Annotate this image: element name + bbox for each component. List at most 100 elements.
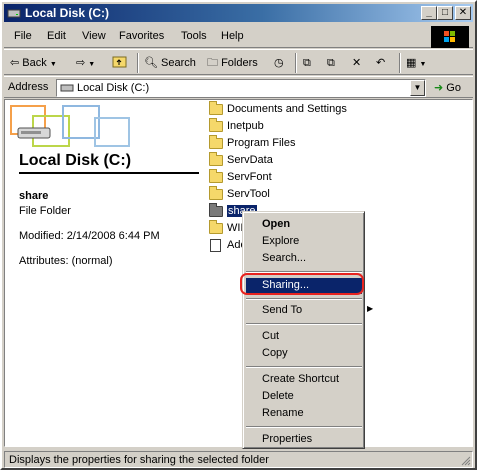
address-bar: Address Local Disk (C:) ▼ ➜ Go (4, 76, 473, 98)
delete-button[interactable]: ✕ (352, 54, 361, 72)
title-bar[interactable]: Local Disk (C:) _ □ ✕ (4, 4, 473, 22)
menu-item-cut[interactable]: Cut (262, 330, 279, 346)
menu-item-search[interactable]: Search... (262, 252, 306, 268)
annotation-highlight-ring (240, 273, 364, 295)
history-icon: ◷ (274, 57, 284, 69)
go-arrow-icon: ➜ (434, 82, 444, 94)
back-arrow-icon: ⇦ (10, 57, 20, 69)
go-button[interactable]: ➜ Go (434, 81, 461, 94)
folder-icon (209, 152, 223, 166)
folder-icon (209, 220, 223, 234)
send-to-label: Send To (262, 304, 303, 316)
menu-item-explore[interactable]: Explore (262, 235, 299, 251)
toolbar-separator (137, 53, 139, 73)
back-button[interactable]: ⇦ Back ▼ (10, 54, 57, 72)
menu-file[interactable]: File (14, 30, 32, 42)
pane-title: Local Disk (C:) (19, 152, 132, 169)
menu-tools[interactable]: Tools (181, 30, 207, 42)
status-bar: Displays the properties for sharing the … (4, 451, 473, 468)
selected-item-name: share (19, 190, 49, 202)
menu-item-delete[interactable]: Delete (262, 390, 294, 406)
undo-button[interactable]: ↶ (376, 54, 385, 72)
menu-item-copy[interactable]: Copy (262, 347, 288, 363)
forward-arrow-icon: ⇨ (76, 57, 86, 69)
window-title: Local Disk (C:) (25, 6, 110, 20)
maximize-icon: □ (441, 7, 449, 18)
menu-item-properties[interactable]: Properties (262, 433, 312, 449)
menu-separator (246, 366, 362, 368)
context-menu: Open Explore Search... Sharing... Send T… (242, 211, 373, 449)
minimize-icon: _ (426, 7, 432, 18)
menu-item-rename[interactable]: Rename (262, 407, 304, 423)
toolbar-separator (295, 53, 297, 73)
file-name: Inetpub (227, 120, 264, 132)
chevron-down-icon: ▼ (49, 61, 57, 68)
chevron-down-icon: ▼ (419, 61, 427, 68)
chevron-down-icon: ▼ (88, 61, 96, 68)
forward-button[interactable]: ⇨ ▼ (76, 54, 95, 72)
menu-item-create-shortcut[interactable]: Create Shortcut (262, 373, 339, 389)
folder-icon (209, 101, 223, 115)
folders-button[interactable]: 🗀 Folders (207, 54, 258, 72)
move-to-button[interactable]: ⧉ (303, 54, 311, 72)
search-icon: 🔍︎ (144, 57, 158, 69)
maximize-button[interactable]: □ (437, 6, 453, 20)
folder-icon (209, 186, 223, 200)
menu-separator (246, 298, 362, 300)
close-button[interactable]: ✕ (455, 6, 471, 20)
address-dropdown-button[interactable]: ▼ (410, 80, 425, 96)
undo-icon: ↶ (376, 57, 386, 69)
windows-logo (431, 26, 469, 48)
menu-edit[interactable]: Edit (47, 30, 66, 42)
address-value: Local Disk (C:) (77, 82, 150, 94)
drive-icon (7, 6, 21, 20)
chevron-down-icon: ▼ (413, 83, 422, 92)
search-button[interactable]: 🔍︎ Search (144, 54, 196, 72)
history-button[interactable]: ◷ (274, 54, 284, 72)
menu-help[interactable]: Help (221, 30, 244, 42)
document-icon (210, 239, 221, 252)
pane-title-divider (19, 172, 199, 174)
search-label: Search (161, 57, 196, 69)
minimize-button[interactable]: _ (421, 6, 437, 20)
go-label: Go (446, 82, 461, 94)
resize-grip-icon[interactable] (459, 454, 471, 466)
folders-label: Folders (221, 57, 258, 69)
folder-icon (209, 118, 223, 132)
copy-to-button[interactable]: ⧉ (327, 54, 335, 72)
drive-icon (60, 82, 74, 97)
file-name: ServData (227, 154, 273, 166)
up-folder-button[interactable] (112, 54, 128, 72)
status-text: Displays the properties for sharing the … (9, 454, 269, 466)
up-folder-icon (112, 56, 128, 71)
file-name: ServTool (227, 188, 270, 200)
views-button[interactable]: ▦ ▼ (406, 54, 426, 72)
back-label: Back (22, 57, 47, 69)
menu-item-send-to[interactable]: Send To ▶ (262, 304, 373, 320)
move-to-icon: ⧉ (303, 57, 311, 69)
file-name: ServFont (227, 171, 272, 183)
selected-item-type: File Folder (19, 205, 71, 217)
submenu-arrow-icon: ▶ (367, 304, 374, 313)
address-input[interactable]: Local Disk (C:) ▼ (56, 79, 426, 97)
file-name: Program Files (227, 137, 296, 149)
menu-item-open[interactable]: Open (262, 218, 290, 234)
explorer-window: Local Disk (C:) _ □ ✕ File Edit View Fav… (0, 0, 477, 470)
address-label: Address (8, 81, 49, 93)
menu-favorites[interactable]: Favorites (119, 30, 164, 42)
menu-bar: File Edit View Favorites Tools Help (4, 26, 473, 48)
menu-view[interactable]: View (82, 30, 106, 42)
status-panel: Displays the properties for sharing the … (4, 451, 473, 468)
close-icon: ✕ (458, 7, 468, 18)
folders-icon: 🗀 (207, 57, 218, 69)
toolbar-separator (399, 53, 401, 73)
selected-item-modified: Modified: 2/14/2008 6:44 PM (19, 230, 160, 242)
standard-toolbar: ⇦ Back ▼ ⇨ ▼ 🔍︎ Search 🗀 Folders ◷ ⧉ ⧉ ✕… (4, 49, 473, 75)
file-name: Documents and Settings (227, 103, 347, 115)
hard-drive-icon (17, 126, 51, 143)
menu-separator (246, 323, 362, 325)
folder-icon (209, 169, 223, 183)
menu-separator (246, 426, 362, 428)
copy-to-icon: ⧉ (327, 57, 335, 69)
folder-view[interactable]: Local Disk (C:) share File Folder Modifi… (4, 99, 473, 447)
